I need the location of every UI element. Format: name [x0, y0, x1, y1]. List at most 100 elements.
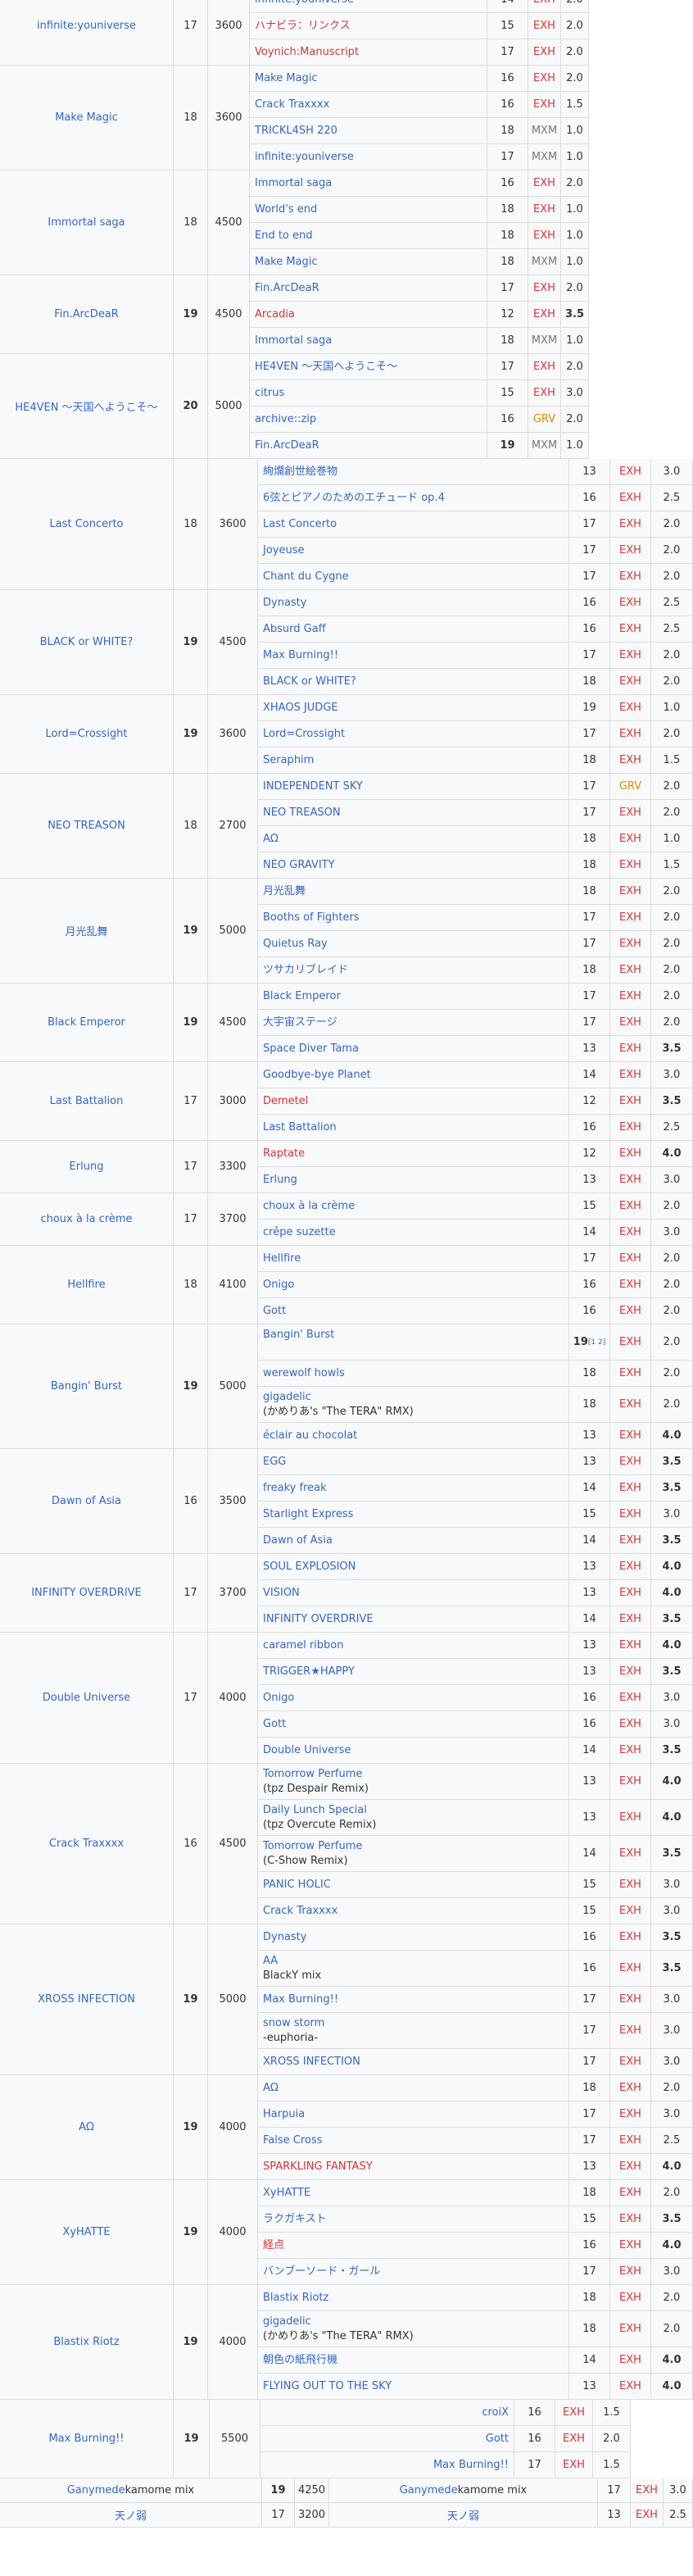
song-title-cell[interactable]: crêpe suzette	[258, 1220, 569, 1246]
song-title-cell[interactable]: caramel ribbon	[258, 1633, 569, 1659]
song-title-link[interactable]: XHAOS JUDGE	[263, 702, 338, 714]
course-name-cell[interactable]: Last Battalion	[0, 1062, 174, 1141]
song-title-cell[interactable]: 朝色の紙飛行機	[258, 2347, 569, 2374]
song-title-link[interactable]: End to end	[255, 229, 313, 242]
course-name-cell[interactable]: Immortal saga	[0, 170, 174, 275]
song-title-cell[interactable]: TRICKL4SH 220	[250, 118, 487, 144]
course-name-cell[interactable]: infinite:youniverse	[0, 0, 174, 66]
song-title-link[interactable]: gigadelic	[263, 2315, 311, 2328]
song-title-link[interactable]: SOUL EXPLOSION	[263, 1561, 356, 1573]
song-title-link[interactable]: Space Diver Tama	[263, 1043, 359, 1055]
song-title-link[interactable]: Crack Traxxxx	[255, 98, 329, 111]
song-title-link[interactable]: Immortal saga	[255, 334, 332, 347]
course-name-link[interactable]: 天ノ弱	[115, 2507, 147, 2523]
song-title-cell[interactable]: croiX	[260, 2400, 514, 2426]
song-title-cell[interactable]: 経点	[258, 2233, 569, 2259]
song-title-link[interactable]: INFINITY OVERDRIVE	[263, 1613, 374, 1625]
song-title-link[interactable]: Joyeuse	[263, 544, 305, 557]
song-title-link[interactable]: éclair au chocolat	[263, 1429, 357, 1442]
song-title-cell[interactable]: TRIGGER★HAPPY	[258, 1659, 569, 1685]
song-title-cell[interactable]: World's end	[250, 197, 487, 223]
song-title-link[interactable]: Fin.ArcDeaR	[255, 439, 319, 452]
song-title-link[interactable]: infinite:youniverse	[255, 0, 354, 6]
course-name-link[interactable]: Fin.ArcDeaR	[54, 308, 119, 320]
song-title-link[interactable]: False Cross	[263, 2134, 322, 2147]
song-title-cell[interactable]: Max Burning!!	[260, 2452, 514, 2478]
song-title-cell[interactable]: Fin.ArcDeaR	[250, 433, 487, 459]
song-title-cell[interactable]: Erlung	[258, 1167, 569, 1193]
song-title-cell[interactable]: Bangin' Burst	[258, 1324, 569, 1361]
song-title-cell[interactable]: Make Magic	[250, 249, 487, 275]
song-title-link[interactable]: Max Burning!!	[263, 649, 338, 661]
song-title-link[interactable]: XROSS INFECTION	[263, 2056, 360, 2068]
song-title-link[interactable]: VISION	[263, 1587, 300, 1599]
song-title-link[interactable]: Gott	[263, 1718, 286, 1730]
course-name-link[interactable]: Max Burning!!	[48, 2433, 124, 2445]
song-title-cell[interactable]: Gott	[258, 1298, 569, 1324]
song-title-link[interactable]: NEO TREASON	[263, 806, 341, 819]
song-title-link[interactable]: Absurd Gaff	[263, 623, 326, 635]
song-title-link[interactable]: infinite:youniverse	[255, 151, 354, 163]
course-name-link[interactable]: Dawn of Asia	[52, 1495, 121, 1507]
song-title-link[interactable]: Black Emperor	[263, 990, 341, 1002]
song-title-cell[interactable]: Tomorrow Perfume (C-Show Remix)	[258, 1836, 569, 1872]
song-title-link[interactable]: AΩ	[263, 833, 279, 845]
song-title-cell[interactable]: HE4VEN ～天国へようこそ～	[250, 354, 487, 380]
song-title-link[interactable]: Gott	[263, 1305, 286, 1317]
course-name-cell[interactable]: Crack Traxxxx	[0, 1764, 174, 1924]
song-title-link[interactable]: NEO GRAVITY	[263, 859, 335, 871]
song-title-link[interactable]: 天ノ弱	[447, 2507, 479, 2523]
course-name-link[interactable]: Make Magic	[55, 111, 118, 124]
song-title-cell[interactable]: Tomorrow Perfume (tpz Despair Remix)	[258, 1764, 569, 1800]
song-title-link[interactable]: caramel ribbon	[263, 1639, 343, 1651]
course-name-cell[interactable]: Last Concerto	[0, 459, 174, 590]
course-name-cell[interactable]: Bangin' Burst	[0, 1324, 174, 1449]
song-title-link[interactable]: freaky freak	[263, 1482, 327, 1494]
song-title-cell[interactable]: Demetel	[258, 1088, 569, 1115]
course-name-cell[interactable]: Hellfire	[0, 1246, 174, 1324]
course-name-link[interactable]: Lord=Crossight	[45, 728, 127, 740]
course-name-cell[interactable]: Ganymede kamome mix	[0, 2478, 262, 2503]
course-name-link[interactable]: Ganymede	[67, 2484, 125, 2496]
song-title-link[interactable]: Crack Traxxxx	[263, 1905, 337, 1917]
course-name-link[interactable]: Double Universe	[43, 1692, 130, 1704]
song-title-cell[interactable]: snow storm -euphoria-	[258, 2013, 569, 2049]
song-title-link[interactable]: Ganymede	[400, 2484, 458, 2496]
song-title-cell[interactable]: Ganymede kamome mix	[329, 2478, 598, 2503]
course-name-link[interactable]: choux à la crème	[40, 1213, 132, 1225]
course-name-link[interactable]: NEO TREASON	[48, 820, 125, 832]
song-title-link[interactable]: EGG	[263, 1456, 286, 1468]
song-title-cell[interactable]: Gott	[260, 2426, 514, 2452]
song-title-link[interactable]: XyHATTE	[263, 2187, 310, 2199]
song-title-cell[interactable]: FLYING OUT TO THE SKY	[258, 2374, 569, 2400]
course-name-cell[interactable]: Fin.ArcDeaR	[0, 275, 174, 354]
song-title-link[interactable]: Immortal saga	[255, 177, 332, 189]
course-name-cell[interactable]: Max Burning!!	[0, 2400, 174, 2478]
song-title-link[interactable]: citrus	[255, 387, 284, 399]
song-title-link[interactable]: Max Burning!!	[263, 1993, 338, 2006]
course-name-link[interactable]: Blastix Riotz	[53, 2336, 119, 2348]
song-title-cell[interactable]: Absurd Gaff	[258, 616, 569, 643]
song-title-link[interactable]: 大宇宙ステージ	[263, 1016, 337, 1029]
course-name-cell[interactable]: XyHATTE	[0, 2180, 174, 2285]
song-title-link[interactable]: Starlight Express	[263, 1508, 353, 1520]
song-title-link[interactable]: Dawn of Asia	[263, 1534, 333, 1547]
song-title-cell[interactable]: VISION	[258, 1580, 569, 1606]
song-title-cell[interactable]: Immortal saga	[250, 328, 487, 354]
course-name-cell[interactable]: Double Universe	[0, 1633, 174, 1764]
song-title-link[interactable]: Double Universe	[263, 1744, 351, 1756]
course-name-link[interactable]: Hellfire	[67, 1279, 105, 1291]
song-title-link[interactable]: snow storm	[263, 2017, 324, 2029]
song-title-link[interactable]: choux à la crème	[263, 1200, 355, 1212]
song-title-cell[interactable]: Onigo	[258, 1685, 569, 1711]
song-title-cell[interactable]: Joyeuse	[258, 538, 569, 564]
song-title-link[interactable]: ハナビラ：リンクス	[255, 20, 351, 32]
song-title-link[interactable]: Hellfire	[263, 1252, 301, 1265]
song-title-cell[interactable]: XROSS INFECTION	[258, 2049, 569, 2075]
song-title-link[interactable]: Chant du Cygne	[263, 570, 349, 583]
song-title-link[interactable]: Onigo	[263, 1692, 294, 1704]
song-title-cell[interactable]: AΩ	[258, 2075, 569, 2101]
song-title-link[interactable]: 絢爛創世絵巻物	[263, 466, 337, 478]
song-title-link[interactable]: ツサカリブレイド	[263, 964, 348, 976]
song-title-cell[interactable]: Max Burning!!	[258, 1987, 569, 2013]
